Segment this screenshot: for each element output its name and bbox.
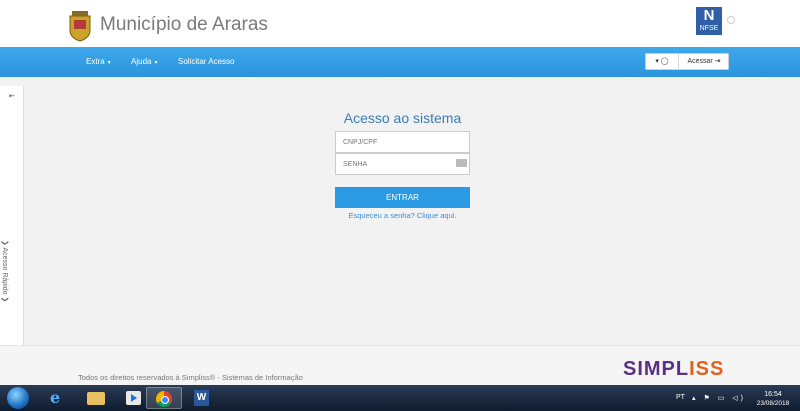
nav-item-ajuda[interactable]: Ajuda ▾ xyxy=(131,57,157,66)
nfse-badge-letter: N xyxy=(703,7,715,24)
chrome-button[interactable] xyxy=(146,387,182,409)
chevron-down-icon: ▾ xyxy=(154,60,158,66)
internet-explorer-icon: e xyxy=(50,388,61,407)
page-footer: Todos os direitos reservados à Simpliss®… xyxy=(0,345,800,385)
site-header: Município de Araras N NFSE xyxy=(0,0,800,47)
internet-explorer-button[interactable]: e xyxy=(40,387,76,409)
nav-item-ajuda-label: Ajuda xyxy=(131,57,152,66)
clock-date: 23/08/2018 xyxy=(756,400,790,407)
site-title: Município de Araras xyxy=(100,14,268,35)
start-button[interactable] xyxy=(7,387,29,409)
nav-item-solicitar-acesso[interactable]: Solicitar Acesso xyxy=(178,57,234,66)
password-input[interactable] xyxy=(335,153,470,175)
pin-icon[interactable]: ⇤ xyxy=(9,92,17,100)
login-title: Acesso ao sistema xyxy=(343,110,462,126)
cpf-input[interactable] xyxy=(335,131,470,153)
badge-dot-icon xyxy=(727,16,735,24)
brand-main: SIMPL xyxy=(623,358,690,380)
word-button[interactable]: W xyxy=(184,387,220,409)
access-button[interactable]: Acessar ⇥ xyxy=(680,54,728,69)
clock-time: 16:54 xyxy=(764,391,782,398)
file-explorer-button[interactable] xyxy=(78,387,114,409)
forgot-password-link[interactable]: Esqueceu a senha? Clique aqui. xyxy=(335,211,470,220)
language-selector[interactable]: ▾ ◯ xyxy=(646,54,679,69)
system-clock[interactable]: 16:54 23/08/2018 xyxy=(750,390,796,408)
coat-of-arms-icon xyxy=(69,11,91,42)
nav-item-extra-label: Extra xyxy=(86,57,105,66)
brand-accent: ISS xyxy=(689,358,725,380)
quick-access-panel: ⇤ ❯ Acesso Rápido ❯ xyxy=(0,86,24,386)
folder-icon xyxy=(87,392,105,405)
nfse-badge[interactable]: N NFSE xyxy=(696,7,722,35)
nfse-badge-text: NFSE xyxy=(699,25,719,32)
nav-tools: ▾ ◯ Acessar ⇥ xyxy=(645,53,729,70)
quick-access-toggle[interactable]: ❯ Acesso Rápido ❯ xyxy=(1,240,9,302)
login-button[interactable]: ENTRAR xyxy=(335,187,470,208)
system-tray-icons[interactable]: ▴ ⚑ ▭ ◁) xyxy=(692,394,746,402)
language-indicator[interactable]: PT xyxy=(676,394,685,401)
media-player-icon xyxy=(126,391,141,405)
nav-item-extra[interactable]: Extra ▾ xyxy=(86,57,111,66)
windows-taskbar: e W PT ▴ ⚑ ▭ ◁) 16:54 23/08/2018 xyxy=(0,385,800,411)
chevron-down-icon: ▾ xyxy=(107,60,111,66)
simpliss-logo: SIMPLISS xyxy=(623,358,724,381)
chrome-icon xyxy=(156,391,172,407)
footer-copyright: Todos os direitos reservados à Simpliss®… xyxy=(78,373,303,382)
virtual-keyboard-icon[interactable] xyxy=(456,159,467,167)
word-icon: W xyxy=(194,390,209,406)
